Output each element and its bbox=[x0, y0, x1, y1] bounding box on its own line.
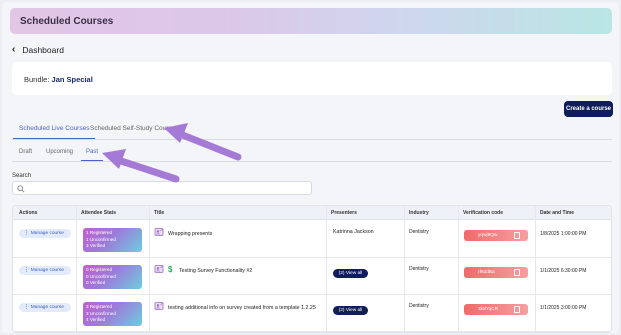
verification-code-badge[interactable]: 3k8YqCR bbox=[464, 304, 528, 315]
more-vertical-icon: ⋮ bbox=[24, 305, 29, 310]
search-label: Search bbox=[12, 173, 32, 179]
verification-code: 3k8YqCR bbox=[478, 307, 499, 312]
course-live-icon bbox=[154, 265, 164, 273]
manage-course-label: Manage course bbox=[30, 231, 64, 236]
create-course-button[interactable]: Create a course bbox=[564, 101, 613, 117]
stat-verified: 0 Verified bbox=[86, 280, 106, 285]
tab-draft[interactable]: Draft bbox=[19, 149, 32, 155]
column-header-actions: Actions bbox=[19, 210, 38, 216]
manage-course-button[interactable]: ⋮ Manage course bbox=[19, 229, 71, 238]
manage-course-button[interactable]: ⋮ Manage course bbox=[19, 303, 71, 312]
manage-course-label: Manage course bbox=[30, 268, 64, 273]
page-title: Scheduled Courses bbox=[20, 16, 114, 27]
verification-code: rf6ddBa bbox=[478, 270, 495, 275]
column-header-title: Title bbox=[154, 210, 165, 216]
view-all-presenters-button[interactable]: (2) View all bbox=[333, 269, 368, 278]
course-live-icon bbox=[154, 228, 164, 236]
bundle-label: Bundle: bbox=[24, 75, 50, 84]
stat-verified: 4 Verified bbox=[86, 317, 106, 322]
paid-dollar-icon: $ bbox=[168, 265, 173, 274]
more-vertical-icon: ⋮ bbox=[24, 231, 29, 236]
course-title[interactable]: Testing Survey Functionality #2 bbox=[179, 268, 252, 274]
view-all-presenters-button[interactable]: (2) View all bbox=[333, 306, 368, 315]
back-label: Dashboard bbox=[22, 45, 64, 55]
column-header-date-and-time: Date and Time bbox=[540, 210, 575, 216]
manage-course-label: Manage course bbox=[30, 305, 64, 310]
course-live-icon bbox=[154, 302, 164, 310]
table-row: ⋮ Manage course 3 Registered 3 Unconfirme… bbox=[13, 295, 611, 332]
attendee-stats-card: 1 Registered 1 Unconfirmed 3 Verified bbox=[83, 228, 142, 252]
tab-scheduled-live-courses[interactable]: Scheduled Live Courses bbox=[12, 125, 96, 139]
tab-past[interactable]: Past bbox=[80, 149, 104, 161]
verification-code-badge[interactable]: yqwj9Qw bbox=[464, 230, 528, 241]
industry-label: Dentistry bbox=[409, 229, 429, 235]
column-header-presenters: Presenters bbox=[331, 210, 357, 216]
bundle-card: Bundle: Jan Special bbox=[12, 62, 612, 95]
course-title[interactable]: Wrapping presents bbox=[168, 231, 212, 237]
course-datetime: 1/1/2025 3:00:00 PM bbox=[540, 305, 587, 311]
copy-icon[interactable] bbox=[514, 306, 520, 313]
chevron-left-icon: ‹ bbox=[12, 44, 16, 55]
course-title[interactable]: testing additional info on survey create… bbox=[168, 305, 316, 311]
app-frame: Scheduled Courses ‹ Dashboard Bundle: Ja… bbox=[2, 2, 619, 333]
industry-label: Dentistry bbox=[409, 266, 429, 272]
stat-verified: 3 Verified bbox=[86, 243, 106, 248]
courses-table: Actions Attendee Stats Title Presenters … bbox=[12, 205, 612, 333]
copy-icon[interactable] bbox=[514, 232, 520, 239]
annotation-arrow-icon bbox=[102, 149, 180, 183]
search-icon bbox=[17, 185, 25, 193]
course-type-tabs: Scheduled Live Courses Scheduled Self-St… bbox=[12, 120, 612, 140]
bundle-name: Jan Special bbox=[51, 75, 93, 84]
presenter-name: Katrinna Jackson bbox=[333, 229, 374, 235]
copy-icon[interactable] bbox=[514, 269, 520, 276]
table-row: ⋮ Manage course 0 Registered 0 Unconfirme… bbox=[13, 258, 611, 295]
attendee-stats-card: 0 Registered 0 Unconfirmed 0 Verified bbox=[83, 265, 142, 289]
more-vertical-icon: ⋮ bbox=[24, 268, 29, 273]
industry-label: Dentistry bbox=[409, 303, 429, 309]
back-link[interactable]: ‹ Dashboard bbox=[12, 44, 64, 56]
table-row: ⋮ Manage course 1 Registered 1 Unconfirme… bbox=[13, 221, 611, 258]
verification-code: yqwj9Qw bbox=[478, 233, 498, 238]
course-datetime: 1/8/2025 1:00:00 PM bbox=[540, 231, 587, 237]
course-datetime: 1/1/2025 6:30:00 PM bbox=[540, 268, 587, 274]
tab-upcoming[interactable]: Upcoming bbox=[46, 149, 73, 155]
column-header-verification-code: Verification code bbox=[463, 210, 504, 216]
manage-course-button[interactable]: ⋮ Manage course bbox=[19, 266, 71, 275]
verification-code-badge[interactable]: rf6ddBa bbox=[464, 267, 528, 278]
attendee-stats-card: 3 Registered 3 Unconfirmed 4 Verified bbox=[83, 302, 142, 326]
column-header-attendee-stats: Attendee Stats bbox=[81, 210, 117, 216]
bundle-label-row: Bundle: Jan Special bbox=[24, 75, 93, 84]
column-header-industry: Industry bbox=[409, 210, 429, 216]
page-header: Scheduled Courses bbox=[10, 8, 612, 34]
table-header: Actions Attendee Stats Title Presenters … bbox=[13, 206, 611, 220]
